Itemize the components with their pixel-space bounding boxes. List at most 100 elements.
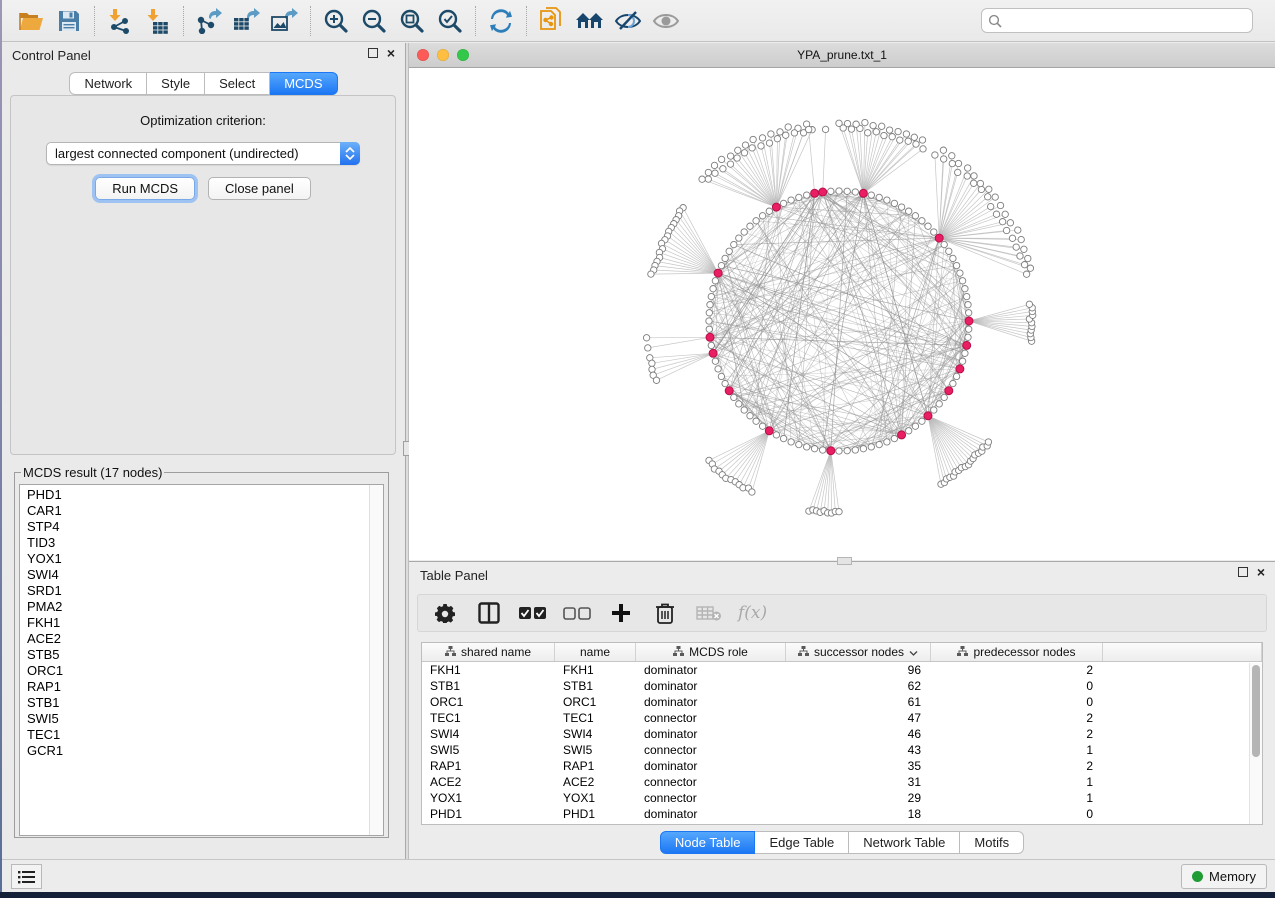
deselect-all-columns-icon[interactable]: [562, 599, 592, 627]
mcds-result-item[interactable]: YOX1: [27, 551, 369, 567]
network-window-title: YPA_prune.txt_1: [409, 48, 1275, 62]
column-header-shared-name[interactable]: shared name: [422, 643, 555, 661]
houses-icon[interactable]: [571, 4, 609, 38]
mcds-result-item[interactable]: PMA2: [27, 599, 369, 615]
table-row[interactable]: TEC1TEC1connector472: [422, 710, 1262, 726]
import-network-icon[interactable]: [101, 4, 139, 38]
mcds-result-item[interactable]: GCR1: [27, 743, 369, 759]
hide-selected-eye-icon[interactable]: [609, 4, 647, 38]
table-cell: dominator: [636, 678, 786, 694]
table-row[interactable]: ACE2ACE2connector311: [422, 774, 1262, 790]
add-column-icon[interactable]: [606, 599, 636, 627]
table-toolbar: f(x): [417, 594, 1267, 632]
mcds-result-item[interactable]: RAP1: [27, 679, 369, 695]
zoom-out-icon[interactable]: [355, 4, 393, 38]
open-file-icon[interactable]: [12, 4, 50, 38]
search-input[interactable]: [1007, 14, 1246, 28]
close-table-panel-icon[interactable]: ×: [1257, 567, 1265, 577]
mcds-result-list[interactable]: PHD1CAR1STP4TID3YOX1SWI4SRD1PMA2FKH1ACE2…: [19, 484, 384, 836]
search-box[interactable]: [981, 8, 1253, 33]
mcds-result-item[interactable]: CAR1: [27, 503, 369, 519]
tab-network-table[interactable]: Network Table: [849, 831, 960, 854]
table-cell: YOX1: [555, 790, 636, 806]
show-columns-icon[interactable]: [474, 599, 504, 627]
criterion-dropdown[interactable]: largest connected component (undirected): [46, 142, 360, 165]
column-header-MCDS-role[interactable]: MCDS role: [636, 643, 786, 661]
mcds-result-item[interactable]: SWI5: [27, 711, 369, 727]
tab-select[interactable]: Select: [205, 72, 270, 95]
table-row[interactable]: PHD1PHD1dominator180: [422, 806, 1262, 822]
tab-mcds[interactable]: MCDS: [270, 72, 337, 95]
mcds-result-item[interactable]: STB1: [27, 695, 369, 711]
table-row[interactable]: RAP1RAP1dominator352: [422, 758, 1262, 774]
table-cell: 0: [931, 678, 1103, 694]
table-cell: connector: [636, 774, 786, 790]
table-cell: 62: [786, 678, 931, 694]
mcds-result-item[interactable]: STP4: [27, 519, 369, 535]
table-cell: RAP1: [555, 758, 636, 774]
mcds-result-item[interactable]: ORC1: [27, 663, 369, 679]
memory-button[interactable]: Memory: [1181, 864, 1267, 889]
table-scrollbar[interactable]: [1249, 663, 1262, 824]
column-header-name[interactable]: name: [555, 643, 636, 661]
table-cell: 43: [786, 742, 931, 758]
horizontal-splitter-handle[interactable]: [837, 557, 852, 565]
close-panel-button[interactable]: Close panel: [208, 177, 311, 200]
network-canvas[interactable]: [409, 68, 1275, 560]
close-panel-icon[interactable]: ×: [387, 48, 395, 58]
tab-edge-table[interactable]: Edge Table: [755, 831, 849, 854]
table-scrollbar-thumb[interactable]: [1252, 665, 1260, 757]
table-settings-gear-icon[interactable]: [430, 599, 460, 627]
table-row[interactable]: SWI4SWI4dominator462: [422, 726, 1262, 742]
table-row[interactable]: STB1STB1dominator620: [422, 678, 1262, 694]
table-panel: Table Panel ×: [409, 561, 1275, 859]
dropdown-stepper-icon: [340, 142, 360, 165]
export-image-icon[interactable]: [266, 4, 304, 38]
zoom-selected-icon[interactable]: [431, 4, 469, 38]
import-table-icon[interactable]: [139, 4, 177, 38]
task-history-button[interactable]: [11, 864, 42, 889]
mcds-result-item[interactable]: SRD1: [27, 583, 369, 599]
table-row[interactable]: SWI5SWI5connector431: [422, 742, 1262, 758]
tab-node-table[interactable]: Node Table: [660, 831, 756, 854]
export-network-icon[interactable]: [190, 4, 228, 38]
table-cell: YOX1: [422, 790, 555, 806]
float-table-panel-icon[interactable]: [1238, 567, 1248, 577]
table-row[interactable]: FKH1FKH1dominator962: [422, 662, 1262, 678]
run-mcds-button[interactable]: Run MCDS: [95, 177, 195, 200]
tab-motifs[interactable]: Motifs: [960, 831, 1024, 854]
table-cell: STB1: [555, 678, 636, 694]
table-cell: connector: [636, 710, 786, 726]
mcds-result-item[interactable]: ACE2: [27, 631, 369, 647]
table-row[interactable]: YOX1YOX1connector291: [422, 790, 1262, 806]
select-all-columns-icon[interactable]: [518, 599, 548, 627]
mcds-result-item[interactable]: FKH1: [27, 615, 369, 631]
zoom-fit-icon[interactable]: [393, 4, 431, 38]
show-eye-icon[interactable]: [647, 4, 685, 38]
mcds-result-item[interactable]: SWI4: [27, 567, 369, 583]
mcds-result-item[interactable]: STB5: [27, 647, 369, 663]
column-header-predecessor-nodes[interactable]: predecessor nodes: [931, 643, 1103, 661]
control-panel-title: Control Panel: [12, 48, 91, 63]
table-cell: SWI4: [422, 726, 555, 742]
export-table-icon[interactable]: [228, 4, 266, 38]
mcds-list-scrollbar[interactable]: [369, 485, 383, 835]
save-session-icon[interactable]: [50, 4, 88, 38]
clone-network-icon[interactable]: [533, 4, 571, 38]
table-cell: FKH1: [422, 662, 555, 678]
mcds-result-item[interactable]: TEC1: [27, 727, 369, 743]
refresh-icon[interactable]: [482, 4, 520, 38]
float-panel-icon[interactable]: [368, 48, 378, 58]
tab-network[interactable]: Network: [69, 72, 147, 95]
node-table-header: shared namenameMCDS rolesuccessor nodesp…: [422, 643, 1262, 662]
sort-chevron-icon: [909, 645, 918, 659]
memory-status-icon: [1192, 871, 1203, 882]
network-window-titlebar[interactable]: YPA_prune.txt_1: [409, 43, 1275, 68]
zoom-in-icon[interactable]: [317, 4, 355, 38]
column-header-successor-nodes[interactable]: successor nodes: [786, 643, 931, 661]
mcds-result-item[interactable]: TID3: [27, 535, 369, 551]
mcds-result-item[interactable]: PHD1: [27, 487, 369, 503]
delete-column-trash-icon[interactable]: [650, 599, 680, 627]
table-row[interactable]: ORC1ORC1dominator610: [422, 694, 1262, 710]
tab-style[interactable]: Style: [147, 72, 205, 95]
